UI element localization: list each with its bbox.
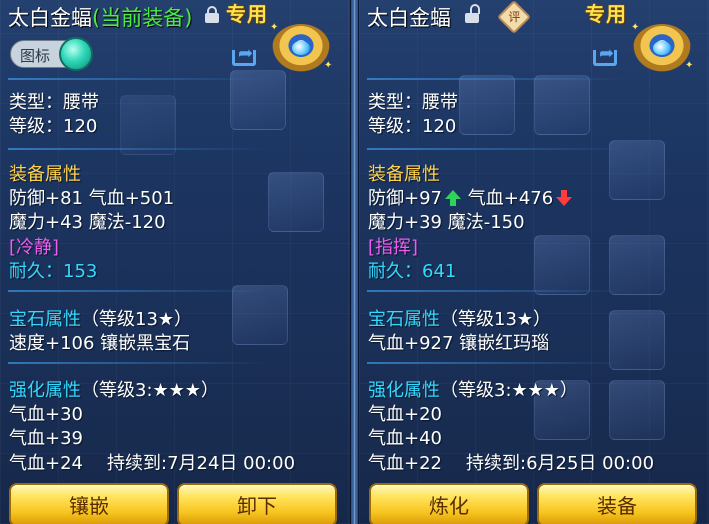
item-name: 太白金蝠 xyxy=(8,6,92,30)
type-line: 类型：腰带 xyxy=(368,92,458,113)
forge-value-3: 气血+22 xyxy=(368,453,442,474)
type-line: 类型：腰带 xyxy=(9,92,99,113)
compare-equipment-panel: 太白金蝠 评 专用 ➦ ✦ ✦ 类型：腰带 等级：120 装备属性 防御+97 … xyxy=(359,0,709,524)
special-skill: [指挥] xyxy=(368,237,419,258)
forge-level: （等级3:★★★） xyxy=(81,380,219,401)
divider xyxy=(367,362,627,364)
durability-value: 153 xyxy=(63,261,98,282)
attr-header: 装备属性 xyxy=(368,164,440,185)
background-tile xyxy=(609,235,665,295)
gem-level: （等级13★） xyxy=(440,309,552,330)
level-line: 等级：120 xyxy=(368,116,457,137)
background-tile xyxy=(609,380,665,440)
equip-button[interactable]: 装备 xyxy=(537,483,697,524)
increase-arrow-icon xyxy=(445,190,461,206)
special-label: 专用 xyxy=(226,2,268,26)
toggle-knob-icon xyxy=(59,37,93,71)
rate-badge-icon[interactable]: 评 xyxy=(497,0,531,34)
forge-header-line: 强化属性（等级3:★★★） xyxy=(368,376,578,402)
rate-badge-label: 评 xyxy=(508,10,521,25)
item-name: 太白金蝠 xyxy=(367,6,451,30)
belt-item-icon: ✦ ✦ xyxy=(631,22,694,72)
item-title: 太白金蝠(当前装备) xyxy=(8,2,192,32)
special-label: 专用 xyxy=(585,2,627,26)
attr-line-1: 防御+81 气血+501 xyxy=(9,188,175,209)
background-tile xyxy=(120,95,176,155)
forge-expire: 持续到:7月24日 00:00 xyxy=(107,453,296,474)
divider xyxy=(367,78,627,80)
panel-divider xyxy=(350,0,359,524)
gem-level: （等级13★） xyxy=(81,309,193,330)
share-icon[interactable]: ➦ xyxy=(230,40,264,68)
divider xyxy=(8,148,268,150)
gem-header: 宝石属性 xyxy=(368,309,440,330)
divider xyxy=(8,78,268,80)
attr-defense: 防御+97 xyxy=(368,188,442,209)
level-line: 等级：120 xyxy=(9,116,98,137)
forge-expire: 持续到:6月25日 00:00 xyxy=(466,453,655,474)
item-title: 太白金蝠 xyxy=(367,2,451,32)
inlay-button[interactable]: 镶嵌 xyxy=(9,483,169,524)
gem-line: 速度+106 镶嵌黑宝石 xyxy=(9,333,191,354)
forge-header: 强化属性 xyxy=(368,380,440,401)
forge-value-3: 气血+24 xyxy=(9,453,83,474)
lock-open-icon[interactable] xyxy=(465,4,480,23)
attr-hp: 气血+476 xyxy=(467,188,554,209)
belt-item-icon: ✦ ✦ xyxy=(270,22,333,72)
background-tile xyxy=(609,310,665,370)
refine-button[interactable]: 炼化 xyxy=(369,483,529,524)
forge-line-1: 气血+20 xyxy=(368,404,442,425)
forge-line-2: 气血+39 xyxy=(9,428,83,449)
durability-label: 耐久： xyxy=(9,261,63,282)
forge-line-1: 气血+30 xyxy=(9,404,83,425)
attr-header: 装备属性 xyxy=(9,164,81,185)
decrease-arrow-icon xyxy=(556,190,573,206)
unequip-button[interactable]: 卸下 xyxy=(177,483,337,524)
gem-header-line: 宝石属性（等级13★） xyxy=(9,305,192,331)
divider xyxy=(367,290,627,292)
background-tile xyxy=(534,75,590,135)
forge-line-2: 气血+40 xyxy=(368,428,442,449)
equipped-tag: (当前装备) xyxy=(92,6,193,30)
special-skill: [冷静] xyxy=(9,237,60,258)
durability-line: 耐久：153 xyxy=(9,257,97,283)
lock-closed-icon[interactable] xyxy=(205,6,219,23)
forge-level: （等级3:★★★） xyxy=(440,380,578,401)
divider xyxy=(8,290,268,292)
background-tile xyxy=(232,285,288,345)
share-icon[interactable]: ➦ xyxy=(591,40,625,68)
forge-header-line: 强化属性（等级3:★★★） xyxy=(9,376,219,402)
forge-line-3: 气血+24 持续到:7月24日 00:00 xyxy=(9,449,295,475)
current-equipment-panel: 太白金蝠(当前装备) 专用 图标 ➦ ✦ ✦ 类型：腰带 等级：120 装备属性… xyxy=(0,0,350,524)
background-tile xyxy=(268,172,324,232)
forge-header: 强化属性 xyxy=(9,380,81,401)
background-tile xyxy=(534,235,590,295)
icon-toggle[interactable]: 图标 xyxy=(10,37,93,71)
forge-line-3: 气血+22 持续到:6月25日 00:00 xyxy=(368,449,654,475)
durability-value: 641 xyxy=(422,261,457,282)
durability-line: 耐久：641 xyxy=(368,257,456,283)
gem-header-line: 宝石属性（等级13★） xyxy=(368,305,551,331)
gem-line: 气血+927 镶嵌红玛瑙 xyxy=(368,333,550,354)
divider xyxy=(8,362,268,364)
attr-line-2: 魔力+43 魔法-120 xyxy=(9,212,166,233)
gem-header: 宝石属性 xyxy=(9,309,81,330)
attr-line-2: 魔力+39 魔法-150 xyxy=(368,212,525,233)
icon-toggle-label: 图标 xyxy=(20,47,51,65)
attr-line-1: 防御+97 气血+476 xyxy=(368,184,573,210)
background-tile xyxy=(459,75,515,135)
divider xyxy=(367,148,627,150)
durability-label: 耐久： xyxy=(368,261,422,282)
